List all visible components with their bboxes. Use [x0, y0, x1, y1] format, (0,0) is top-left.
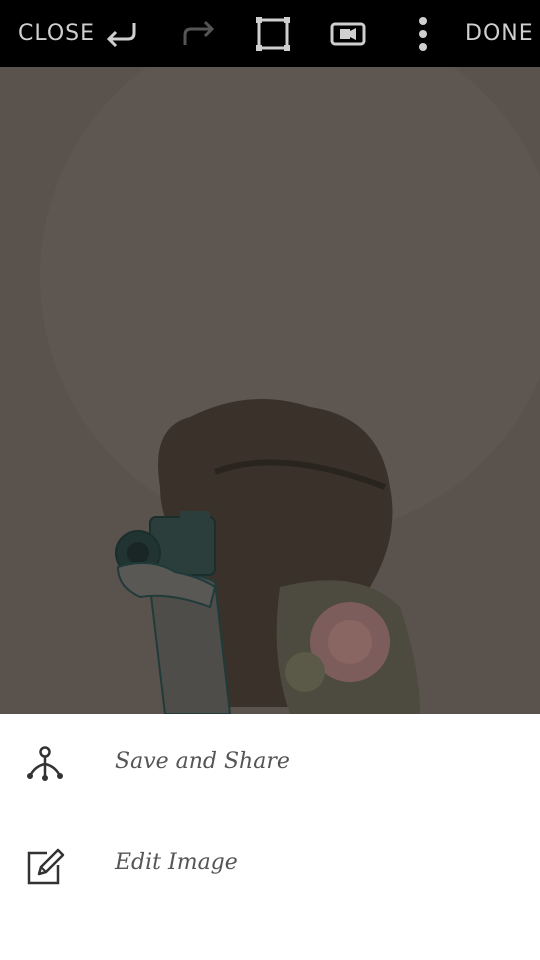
done-button[interactable]: DONE — [465, 0, 534, 67]
edit-image-label: Edit Image — [115, 850, 238, 875]
undo-button[interactable] — [101, 12, 145, 56]
more-vertical-icon — [419, 17, 427, 51]
share-icon-wrap — [24, 743, 66, 785]
undo-icon — [106, 23, 136, 48]
save-and-share-item[interactable]: Save and Share — [0, 714, 540, 814]
crop-icon — [256, 17, 290, 51]
edit-icon — [27, 848, 65, 885]
bottom-sheet: Save and Share Edit Image — [0, 714, 540, 960]
top-toolbar: CLOSE DONE — [0, 0, 540, 67]
redo-button[interactable] — [176, 12, 220, 56]
image-canvas — [0, 67, 540, 714]
crop-button[interactable] — [251, 12, 295, 56]
save-and-share-label: Save and Share — [115, 749, 290, 774]
edit-icon-wrap — [24, 845, 66, 887]
more-button[interactable] — [401, 12, 445, 56]
illustration-image — [0, 67, 540, 714]
video-icon — [330, 22, 366, 46]
close-button[interactable]: CLOSE — [18, 0, 95, 67]
edit-image-item[interactable]: Edit Image — [0, 814, 540, 914]
video-button[interactable] — [326, 12, 370, 56]
redo-icon — [183, 20, 215, 45]
share-icon — [27, 746, 63, 781]
